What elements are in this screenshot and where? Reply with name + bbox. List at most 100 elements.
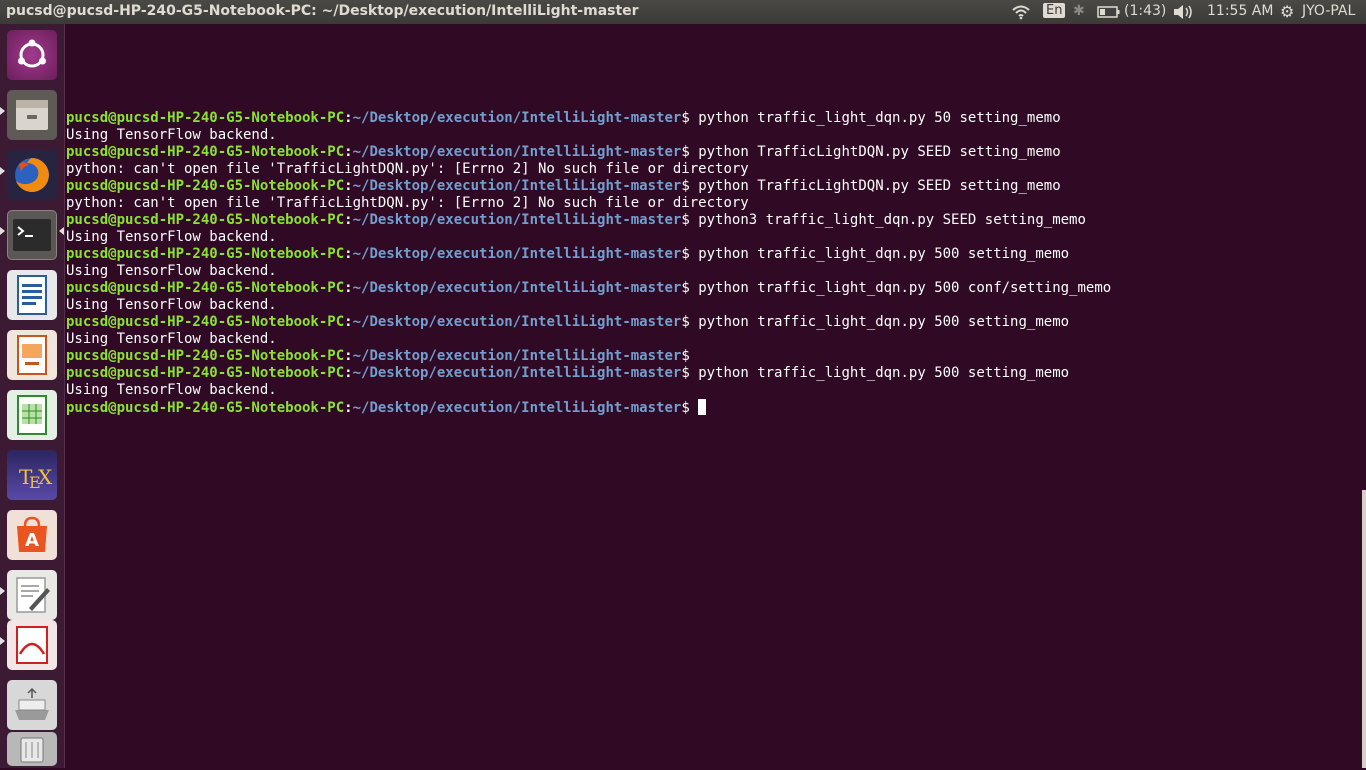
prompt-separator: :: [344, 246, 353, 262]
prompt-user-host: pucsd@pucsd-HP-240-G5-Notebook-PC: [66, 212, 345, 228]
prompt-path: ~/Desktop/execution/IntelliLight-master: [352, 246, 682, 262]
output-text: Using TensorFlow backend.: [66, 127, 277, 143]
prompt-path: ~/Desktop/execution/IntelliLight-master: [352, 280, 682, 296]
focused-indicator: [59, 227, 64, 235]
usb-drive-icon[interactable]: [7, 680, 57, 730]
prompt-user-host: pucsd@pucsd-HP-240-G5-Notebook-PC: [66, 400, 345, 416]
prompt-symbol: $: [681, 280, 690, 296]
prompt-symbol: $: [681, 212, 690, 228]
text-editor-icon[interactable]: [7, 570, 57, 620]
command-text: python traffic_light_dqn.py 500 setting_…: [689, 246, 1070, 262]
prompt-path: ~/Desktop/execution/IntelliLight-master: [352, 144, 682, 160]
document-viewer-icon[interactable]: [7, 620, 57, 670]
prompt-separator: :: [344, 314, 353, 330]
firefox-icon[interactable]: [7, 150, 57, 200]
prompt-symbol: $: [681, 144, 690, 160]
prompt-symbol: $: [681, 110, 690, 126]
prompt-path: ~/Desktop/execution/IntelliLight-master: [352, 178, 682, 194]
prompt-line: pucsd@pucsd-HP-240-G5-Notebook-PC:~/Desk…: [66, 212, 1356, 229]
prompt-user-host: pucsd@pucsd-HP-240-G5-Notebook-PC: [66, 314, 345, 330]
prompt-path: ~/Desktop/execution/IntelliLight-master: [352, 400, 682, 416]
prompt-symbol: $: [681, 348, 690, 364]
prompt-line: pucsd@pucsd-HP-240-G5-Notebook-PC:~/Desk…: [66, 110, 1356, 127]
user-name[interactable]: JYO-PAL: [1302, 3, 1355, 19]
prompt-separator: :: [344, 400, 353, 416]
running-indicator: [0, 587, 5, 595]
prompt-line: pucsd@pucsd-HP-240-G5-Notebook-PC:~/Desk…: [66, 178, 1356, 195]
prompt-user-host: pucsd@pucsd-HP-240-G5-Notebook-PC: [66, 365, 345, 381]
prompt-user-host: pucsd@pucsd-HP-240-G5-Notebook-PC: [66, 144, 345, 160]
output-text: Using TensorFlow backend.: [66, 297, 277, 313]
gear-icon[interactable]: ⚙: [1280, 2, 1294, 21]
prompt-path: ~/Desktop/execution/IntelliLight-master: [352, 110, 682, 126]
prompt-user-host: pucsd@pucsd-HP-240-G5-Notebook-PC: [66, 246, 345, 262]
output-line: Using TensorFlow backend.: [66, 229, 1356, 246]
command-text: python traffic_light_dqn.py 50 setting_m…: [689, 110, 1061, 126]
prompt-user-host: pucsd@pucsd-HP-240-G5-Notebook-PC: [66, 348, 345, 364]
prompt-separator: :: [344, 144, 353, 160]
prompt-symbol: $: [681, 400, 690, 416]
prompt-line: pucsd@pucsd-HP-240-G5-Notebook-PC:~/Desk…: [66, 314, 1356, 331]
command-text: python TrafficLightDQN.py SEED setting_m…: [689, 144, 1061, 160]
command-text: python3 traffic_light_dqn.py SEED settin…: [689, 212, 1086, 228]
battery-time[interactable]: (1:43): [1124, 3, 1166, 19]
top-panel: pucsd@pucsd-HP-240-G5-Notebook-PC: ~/Des…: [0, 0, 1366, 24]
ubuntu-software-icon[interactable]: A: [7, 510, 57, 560]
prompt-symbol: $: [681, 365, 690, 381]
texworks-icon[interactable]: T E X: [7, 450, 57, 500]
output-text: Using TensorFlow backend.: [66, 331, 277, 347]
prompt-path: ~/Desktop/execution/IntelliLight-master: [352, 365, 682, 381]
running-indicator: [0, 107, 5, 115]
prompt-line: pucsd@pucsd-HP-240-G5-Notebook-PC:~/Desk…: [66, 144, 1356, 161]
prompt-user-host: pucsd@pucsd-HP-240-G5-Notebook-PC: [66, 280, 345, 296]
files-icon[interactable]: [7, 90, 57, 140]
libreoffice-impress-icon[interactable]: [7, 330, 57, 380]
running-indicator: [0, 637, 5, 645]
ubuntu-dash-icon[interactable]: [7, 30, 57, 80]
output-line: Using TensorFlow backend.: [66, 331, 1356, 348]
prompt-separator: :: [344, 212, 353, 228]
command-input[interactable]: [690, 400, 698, 416]
svg-text:A: A: [25, 530, 39, 551]
prompt-line: pucsd@pucsd-HP-240-G5-Notebook-PC:~/Desk…: [66, 246, 1356, 263]
wifi-icon[interactable]: [1011, 4, 1031, 24]
prompt-path: ~/Desktop/execution/IntelliLight-master: [352, 212, 682, 228]
command-text: python traffic_light_dqn.py 500 setting_…: [689, 365, 1070, 381]
trash-icon[interactable]: [7, 732, 57, 766]
keyboard-layout-indicator[interactable]: En: [1043, 3, 1066, 18]
libreoffice-writer-icon[interactable]: [7, 270, 57, 320]
prompt-path: ~/Desktop/execution/IntelliLight-master: [352, 314, 682, 330]
svg-text:X: X: [38, 465, 53, 489]
prompt-separator: :: [344, 178, 353, 194]
output-text: Using TensorFlow backend.: [66, 382, 277, 398]
command-text: python traffic_light_dqn.py 500 setting_…: [689, 314, 1070, 330]
output-text: Using TensorFlow backend.: [66, 229, 277, 245]
prompt-line: pucsd@pucsd-HP-240-G5-Notebook-PC:~/Desk…: [66, 365, 1356, 382]
terminal-output[interactable]: pucsd@pucsd-HP-240-G5-Notebook-PC:~/Desk…: [66, 110, 1356, 416]
prompt-symbol: $: [681, 314, 690, 330]
output-line: Using TensorFlow backend.: [66, 382, 1356, 399]
prompt-separator: :: [344, 348, 353, 364]
output-line: Using TensorFlow backend.: [66, 297, 1356, 314]
bluetooth-icon[interactable]: ✱: [1073, 3, 1085, 19]
output-text: python: can't open file 'TrafficLightDQN…: [66, 161, 749, 177]
prompt-line: pucsd@pucsd-HP-240-G5-Notebook-PC:~/Desk…: [66, 348, 1356, 365]
current-prompt-line[interactable]: pucsd@pucsd-HP-240-G5-Notebook-PC:~/Desk…: [66, 399, 1356, 416]
terminal-scrollbar[interactable]: [1362, 490, 1366, 768]
prompt-separator: :: [344, 280, 353, 296]
running-indicator: [0, 167, 5, 175]
terminal-icon[interactable]: [7, 210, 57, 260]
prompt-symbol: $: [681, 178, 690, 194]
output-line: python: can't open file 'TrafficLightDQN…: [66, 161, 1356, 178]
running-indicator: [0, 227, 5, 235]
battery-icon[interactable]: [1097, 5, 1121, 23]
clock[interactable]: 11:55 AM: [1207, 3, 1273, 19]
output-line: Using TensorFlow backend.: [66, 127, 1356, 144]
command-text: python TrafficLightDQN.py SEED setting_m…: [689, 178, 1061, 194]
prompt-path: ~/Desktop/execution/IntelliLight-master: [352, 348, 682, 364]
volume-icon[interactable]: [1172, 4, 1194, 24]
libreoffice-calc-icon[interactable]: [7, 390, 57, 440]
prompt-symbol: $: [681, 246, 690, 262]
command-text: python traffic_light_dqn.py 500 conf/set…: [689, 280, 1112, 296]
output-text: Using TensorFlow backend.: [66, 263, 277, 279]
